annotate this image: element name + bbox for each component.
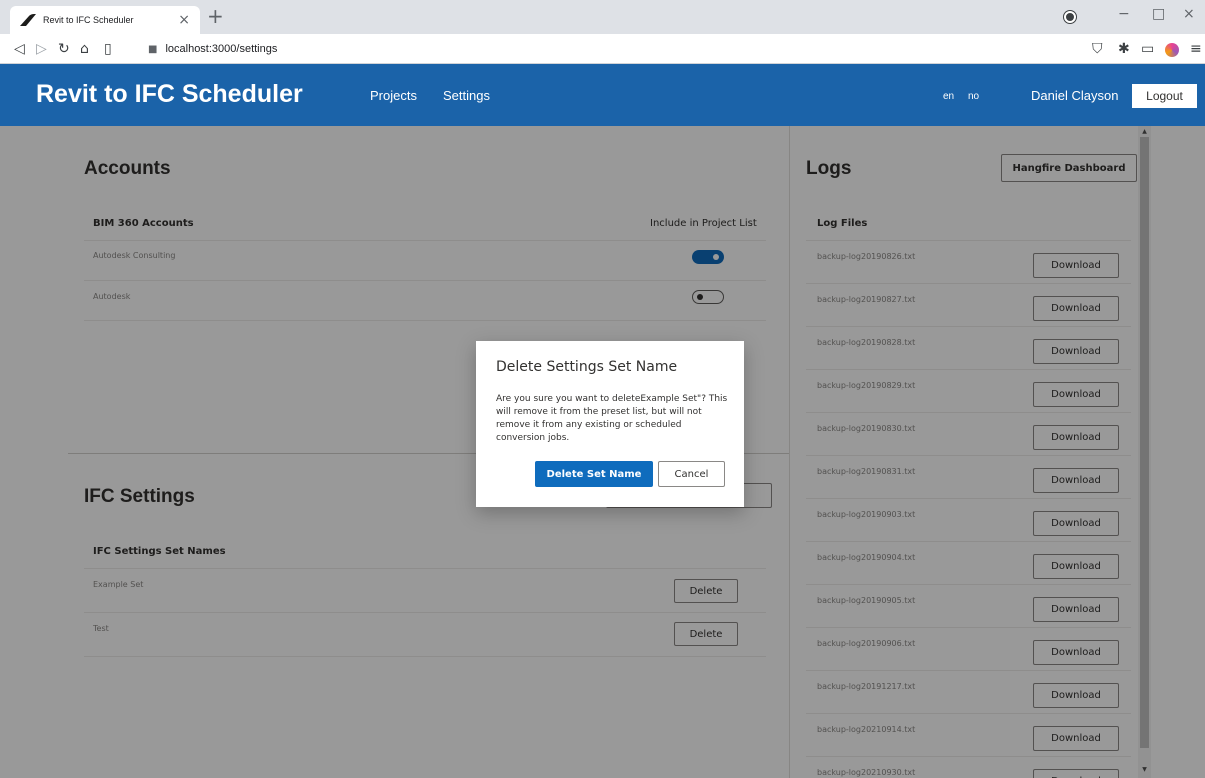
- dialog-title: Delete Settings Set Name: [496, 359, 678, 375]
- extensions-icon[interactable]: ✱: [1118, 39, 1130, 59]
- logout-button[interactable]: Logout: [1132, 84, 1197, 108]
- user-name: Daniel Clayson: [1031, 88, 1119, 103]
- record-icon[interactable]: [1064, 11, 1076, 23]
- nav-settings[interactable]: Settings: [443, 88, 490, 103]
- bookmark-icon[interactable]: ▯: [104, 39, 112, 59]
- back-icon[interactable]: ◁: [14, 39, 25, 59]
- close-window-icon[interactable]: ×: [1183, 4, 1195, 24]
- address-bar: ◁ ▷ ↻ ⌂ ▯ ■ localhost:3000/settings ⛉ ✱ …: [0, 34, 1205, 64]
- reload-icon[interactable]: ↻: [58, 39, 70, 59]
- lock-icon: ■: [148, 43, 158, 55]
- browser-tab[interactable]: Revit to IFC Scheduler ×: [10, 6, 200, 34]
- dialog-message: Are you sure you want to deleteExample S…: [496, 394, 728, 443]
- profile-avatar[interactable]: [1165, 43, 1179, 57]
- nav-projects[interactable]: Projects: [370, 88, 417, 103]
- lang-en[interactable]: en: [943, 91, 954, 102]
- close-tab-icon[interactable]: ×: [178, 13, 190, 27]
- lang-no[interactable]: no: [968, 91, 979, 102]
- autodesk-logo-icon: [20, 14, 36, 26]
- forward-icon[interactable]: ▷: [36, 39, 47, 59]
- new-tab-icon[interactable]: +: [207, 5, 224, 27]
- wallet-icon[interactable]: ▭: [1141, 39, 1154, 59]
- delete-set-name-button[interactable]: Delete Set Name: [535, 461, 653, 487]
- minimize-icon[interactable]: −: [1118, 4, 1130, 24]
- cancel-button[interactable]: Cancel: [658, 461, 725, 487]
- app-header: Revit to IFC Scheduler Projects Settings…: [0, 64, 1205, 126]
- url-field[interactable]: ■ localhost:3000/settings: [148, 39, 1048, 59]
- browser-tab-bar: Revit to IFC Scheduler × + − □ ×: [0, 0, 1205, 34]
- maximize-icon[interactable]: □: [1152, 4, 1165, 24]
- app-brand[interactable]: Revit to IFC Scheduler: [36, 80, 303, 109]
- shield-icon[interactable]: ⛉: [1092, 39, 1103, 59]
- home-icon[interactable]: ⌂: [80, 39, 89, 59]
- menu-icon[interactable]: ≡: [1190, 39, 1202, 59]
- url-text: localhost:3000/settings: [165, 43, 278, 55]
- tab-title: Revit to IFC Scheduler: [43, 15, 134, 25]
